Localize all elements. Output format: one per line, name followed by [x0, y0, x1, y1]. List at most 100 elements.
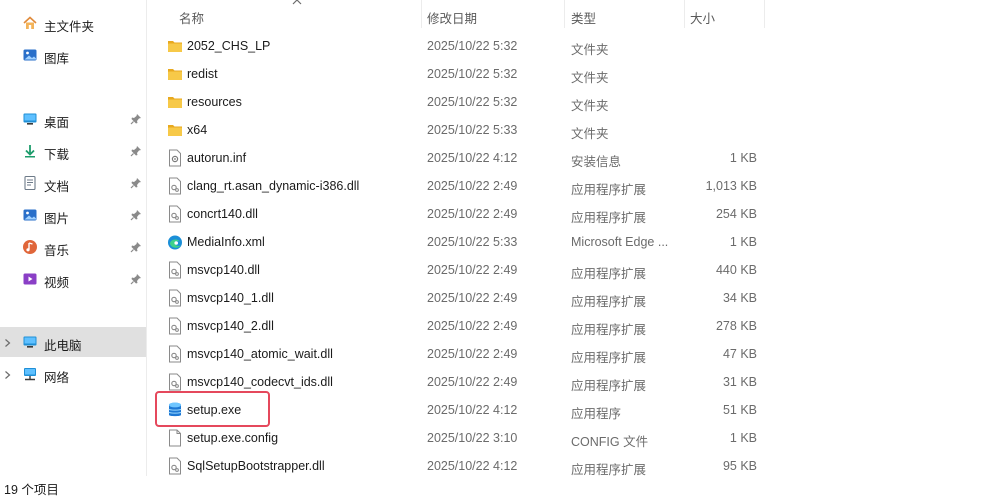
file-row[interactable]: redist 2025/10/22 5:32 文件夹: [147, 60, 998, 88]
dll-file-icon: [167, 345, 183, 363]
file-size: 95 KB: [722, 459, 757, 473]
nav-item-desktop[interactable]: 桌面: [0, 104, 146, 134]
column-header-name[interactable]: 名称: [147, 0, 421, 30]
highlight-box: [155, 391, 270, 427]
dll-file-icon: [167, 261, 183, 279]
item-count: 19 个项目: [4, 483, 59, 497]
pin-icon[interactable]: [130, 209, 142, 221]
file-date: 2025/10/22 4:12: [427, 459, 518, 473]
file-row[interactable]: msvcp140_atomic_wait.dll 2025/10/22 2:49…: [147, 340, 998, 368]
file-type: 文件夹: [571, 71, 609, 85]
file-row[interactable]: setup.exe.config 2025/10/22 3:10 CONFIG …: [147, 424, 998, 452]
file-size: 31 KB: [722, 375, 757, 389]
pin-icon[interactable]: [130, 145, 142, 157]
file-date: 2025/10/22 4:12: [427, 403, 518, 417]
nav-item-downloads[interactable]: 下载: [0, 136, 146, 166]
videos-icon: [22, 271, 38, 287]
file-date: 2025/10/22 2:49: [427, 291, 518, 305]
dll-file-icon: [167, 373, 183, 391]
nav-item-music[interactable]: 音乐: [0, 232, 146, 262]
file-name: autorun.inf: [187, 151, 247, 165]
pin-icon[interactable]: [130, 177, 142, 189]
network-icon: [22, 366, 38, 382]
music-icon: [22, 239, 38, 255]
file-date: 2025/10/22 5:32: [427, 95, 518, 109]
nav-item-label: 网络: [44, 371, 70, 385]
file-row[interactable]: clang_rt.asan_dynamic-i386.dll 2025/10/2…: [147, 172, 998, 200]
file-row[interactable]: x64 2025/10/22 5:33 文件夹: [147, 116, 998, 144]
column-header-label: 大小: [690, 12, 716, 26]
pin-icon[interactable]: [130, 113, 142, 125]
file-row[interactable]: autorun.inf 2025/10/22 4:12 安装信息 1 KB: [147, 144, 998, 172]
file-row[interactable]: resources 2025/10/22 5:32 文件夹: [147, 88, 998, 116]
column-header-type[interactable]: 类型: [565, 0, 684, 30]
file-size: 1 KB: [729, 235, 757, 249]
file-name: setup.exe.config: [187, 431, 279, 445]
setup-info-file-icon: [167, 149, 183, 167]
sort-ascending-icon: [292, 0, 302, 5]
file-type: 应用程序扩展: [571, 323, 647, 337]
file-row[interactable]: msvcp140_2.dll 2025/10/22 2:49 应用程序扩展 27…: [147, 312, 998, 340]
dll-file-icon: [167, 317, 183, 335]
file-size: 1,013 KB: [705, 179, 757, 193]
pictures-icon: [22, 207, 38, 223]
file-row-setup-exe[interactable]: setup.exe 2025/10/22 4:12 应用程序 51 KB: [147, 396, 998, 424]
nav-item-gallery[interactable]: 图库: [0, 40, 146, 70]
file-list-view: 名称 修改日期 类型 大小 2052_CHS_LP 2025/10/22 5:3…: [147, 0, 998, 477]
nav-item-home[interactable]: 主文件夹: [0, 8, 146, 38]
file-type: 文件夹: [571, 43, 609, 57]
folder-icon: [167, 37, 183, 55]
chevron-right-icon[interactable]: [3, 369, 12, 379]
file-type: 应用程序扩展: [571, 295, 647, 309]
nav-item-label: 图库: [44, 52, 70, 66]
folder-icon: [167, 121, 183, 139]
file-row[interactable]: msvcp140.dll 2025/10/22 2:49 应用程序扩展 440 …: [147, 256, 998, 284]
column-header-size[interactable]: 大小: [685, 0, 765, 30]
file-name: msvcp140_2.dll: [187, 319, 274, 333]
nav-item-label: 下载: [44, 148, 70, 162]
gallery-icon: [22, 47, 38, 63]
column-header-label: 名称: [179, 12, 205, 26]
pin-icon[interactable]: [130, 241, 142, 253]
file-size: 51 KB: [722, 403, 757, 417]
chevron-right-icon[interactable]: [3, 337, 12, 347]
nav-item-network[interactable]: 网络: [0, 359, 146, 389]
file-type: Microsoft Edge ...: [571, 235, 669, 249]
download-icon: [22, 143, 38, 159]
file-size: 47 KB: [722, 347, 757, 361]
file-name: redist: [187, 67, 218, 81]
file-date: 2025/10/22 5:33: [427, 123, 518, 137]
file-type: 应用程序: [571, 407, 622, 421]
file-name: x64: [187, 123, 208, 137]
folder-icon: [167, 93, 183, 111]
file-size: 1 KB: [729, 431, 757, 445]
file-name: SqlSetupBootstrapper.dll: [187, 459, 325, 473]
file-row[interactable]: MediaInfo.xml 2025/10/22 5:33 Microsoft …: [147, 228, 998, 256]
column-divider[interactable]: [764, 0, 765, 28]
this-pc-icon: [22, 334, 38, 350]
pin-icon[interactable]: [130, 273, 142, 285]
column-header-date[interactable]: 修改日期: [422, 0, 564, 30]
nav-item-this-pc[interactable]: 此电脑: [0, 327, 146, 357]
file-name: msvcp140.dll: [187, 263, 260, 277]
file-row[interactable]: msvcp140_codecvt_ids.dll 2025/10/22 2:49…: [147, 368, 998, 396]
file-type: 应用程序扩展: [571, 267, 647, 281]
nav-item-label: 此电脑: [44, 339, 82, 353]
home-icon: [22, 15, 38, 31]
file-name: 2052_CHS_LP: [187, 39, 271, 53]
file-size: 440 KB: [715, 263, 757, 277]
documents-icon: [22, 175, 38, 191]
file-type: 应用程序扩展: [571, 211, 647, 225]
file-type: 应用程序扩展: [571, 351, 647, 365]
nav-item-videos[interactable]: 视频: [0, 264, 146, 294]
file-size: 1 KB: [729, 151, 757, 165]
file-row[interactable]: msvcp140_1.dll 2025/10/22 2:49 应用程序扩展 34…: [147, 284, 998, 312]
nav-item-pictures[interactable]: 图片: [0, 200, 146, 230]
file-row[interactable]: 2052_CHS_LP 2025/10/22 5:32 文件夹: [147, 32, 998, 60]
file-row[interactable]: concrt140.dll 2025/10/22 2:49 应用程序扩展 254…: [147, 200, 998, 228]
nav-item-label: 桌面: [44, 116, 70, 130]
folder-icon: [167, 65, 183, 83]
nav-item-label: 视频: [44, 276, 70, 290]
nav-item-documents[interactable]: 文档: [0, 168, 146, 198]
nav-item-label: 音乐: [44, 244, 70, 258]
